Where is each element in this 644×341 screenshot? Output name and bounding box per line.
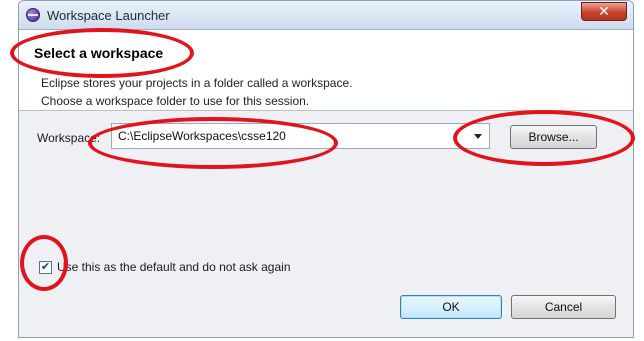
- workspace-combobox[interactable]: [111, 123, 490, 149]
- header-description: Eclipse stores your projects in a folder…: [41, 74, 352, 110]
- workspace-label: Workspace:: [37, 131, 101, 145]
- default-checkbox[interactable]: ✔: [39, 261, 52, 274]
- window-title: Workspace Launcher: [47, 8, 170, 23]
- workspace-launcher-dialog: Workspace Launcher ✕ Select a workspace …: [18, 0, 634, 338]
- cancel-button[interactable]: Cancel: [511, 295, 616, 319]
- chevron-down-icon[interactable]: [467, 124, 489, 148]
- eclipse-icon: [26, 8, 40, 22]
- default-checkbox-label[interactable]: Use this as the default and do not ask a…: [57, 260, 291, 274]
- title-bar: Workspace Launcher ✕: [19, 1, 633, 30]
- browse-button[interactable]: Browse...: [510, 125, 597, 149]
- workspace-path-input[interactable]: [112, 124, 479, 148]
- description-line: Eclipse stores your projects in a folder…: [41, 76, 353, 90]
- description-line: Choose a workspace folder to use for thi…: [41, 94, 310, 108]
- close-button[interactable]: ✕: [581, 2, 627, 21]
- page-title: Select a workspace: [34, 45, 164, 61]
- header-panel: Select a workspace Eclipse stores your p…: [19, 30, 633, 111]
- ok-button[interactable]: OK: [400, 295, 502, 319]
